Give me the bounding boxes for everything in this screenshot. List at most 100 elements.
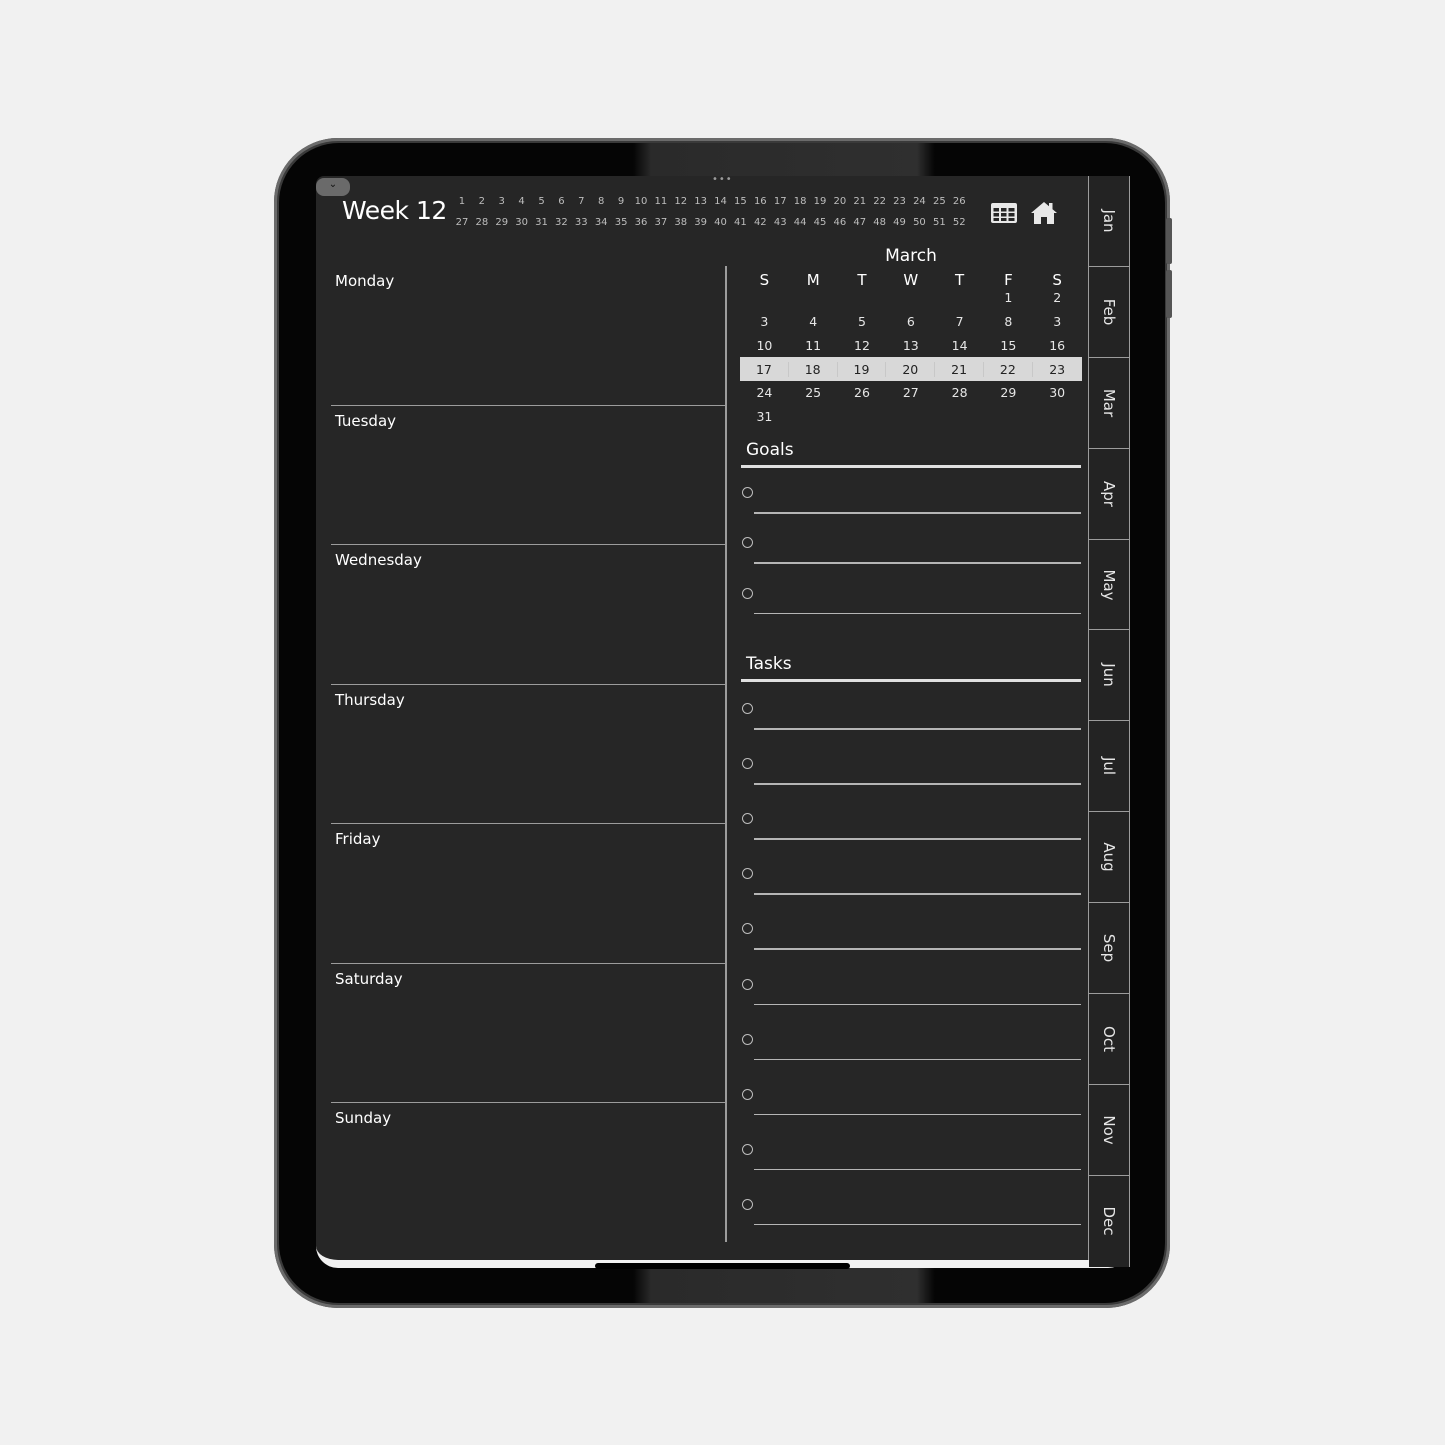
week-number-link[interactable]: 39 [691,217,711,238]
day-block-saturday[interactable]: Saturday [331,964,726,1103]
calendar-day[interactable]: 23 [1033,362,1082,377]
calendar-day[interactable]: 30 [1033,385,1082,400]
week-number-link[interactable]: 40 [711,217,731,238]
week-number-link[interactable]: 19 [810,196,830,217]
calendar-day[interactable]: 10 [740,338,789,353]
day-block-thursday[interactable]: Thursday [331,685,726,824]
week-number-link[interactable]: 26 [949,196,969,217]
week-number-link[interactable]: 3 [492,196,512,217]
calendar-day[interactable]: 12 [838,338,887,353]
task-input-line[interactable] [754,1003,1081,1005]
calendar-day[interactable]: 29 [984,385,1033,400]
week-number-link[interactable]: 30 [512,217,532,238]
goal-input-line[interactable] [754,612,1081,615]
month-tab-mar[interactable]: Mar [1089,357,1130,449]
calendar-day[interactable]: 31 [740,409,789,424]
week-number-link[interactable]: 22 [870,196,890,217]
week-number-link[interactable]: 12 [671,196,691,217]
calendar-day[interactable]: 22 [984,361,1033,377]
week-number-link[interactable]: 14 [711,196,731,217]
calendar-week-row[interactable]: 24 25 26 27 28 29 30 [740,381,1082,405]
week-number-link[interactable]: 7 [571,196,591,217]
week-number-link[interactable]: 17 [770,196,790,217]
calendar-day[interactable]: 6 [886,314,935,329]
week-number-link[interactable]: 50 [909,217,929,238]
week-number-link[interactable]: 18 [790,196,810,217]
week-number-link[interactable]: 23 [890,196,910,217]
goal-input-line[interactable] [754,512,1081,514]
month-tab-apr[interactable]: Apr [1089,448,1130,540]
week-number-link[interactable]: 42 [750,217,770,238]
week-number-link[interactable]: 9 [611,196,631,217]
month-tab-dec[interactable]: Dec [1089,1175,1130,1267]
week-number-link[interactable]: 52 [949,217,969,238]
goal-checkbox[interactable] [742,587,753,599]
week-number-link[interactable]: 6 [551,196,571,217]
week-number-link[interactable]: 31 [532,217,552,238]
task-input-line[interactable] [754,1113,1081,1116]
calendar-week-row[interactable]: 10 11 12 13 14 15 16 [740,334,1082,358]
week-number-link[interactable]: 41 [730,217,750,238]
calendar-day[interactable]: 3 [1033,314,1082,329]
calendar-day[interactable]: 11 [789,338,838,353]
task-input-line[interactable] [754,1168,1081,1171]
week-number-link[interactable]: 10 [631,196,651,217]
calendar-week-row[interactable]: 3456783 [740,310,1082,334]
task-input-line[interactable] [754,1058,1081,1061]
week-number-link[interactable]: 38 [671,217,691,238]
week-number-link[interactable]: 48 [870,217,890,238]
month-tab-jun[interactable]: Jun [1089,630,1130,722]
week-number-link[interactable]: 15 [730,196,750,217]
week-number-link[interactable]: 51 [929,217,949,238]
calendar-day[interactable]: 24 [740,385,789,400]
week-number-link[interactable]: 35 [611,217,631,238]
week-number-link[interactable]: 33 [571,217,591,238]
week-number-link[interactable]: 28 [472,217,492,238]
calendar-day[interactable]: 17 [740,361,789,377]
week-number-link[interactable]: 46 [830,217,850,238]
calendar-day[interactable]: 27 [886,385,935,400]
calendar-day[interactable]: 20 [886,361,936,377]
week-number-link[interactable]: 13 [691,196,711,217]
task-input-line[interactable] [754,1223,1081,1226]
week-number-link[interactable]: 25 [929,196,949,217]
task-input-line[interactable] [754,838,1081,840]
week-number-link[interactable]: 34 [591,217,611,238]
task-checkbox[interactable] [742,978,753,990]
week-number-link[interactable]: 29 [492,217,512,238]
week-number-link[interactable]: 24 [909,196,929,217]
task-input-line[interactable] [754,783,1081,785]
calendar-day[interactable]: 18 [789,361,838,377]
calendar-day[interactable]: 1 [984,290,1033,305]
week-number-link[interactable]: 16 [750,196,770,217]
task-input-line[interactable] [754,893,1081,895]
day-block-sunday[interactable]: Sunday [331,1103,726,1243]
goal-input-line[interactable] [754,562,1081,564]
calendar-week-row[interactable]: 31 [740,405,1082,429]
calendar-day[interactable]: 4 [789,314,838,329]
calendar-day[interactable]: 21 [935,361,984,377]
week-number-link[interactable]: 20 [830,196,850,217]
week-number-link[interactable]: 36 [631,217,651,238]
day-block-tuesday[interactable]: Tuesday [331,406,726,545]
task-checkbox[interactable] [742,703,753,714]
week-number-link[interactable]: 2 [472,196,492,217]
month-tab-jul[interactable]: Jul [1089,721,1130,813]
month-tab-jan[interactable]: Jan [1089,176,1130,267]
calendar-day[interactable]: 13 [886,338,935,353]
calendar-grid-button[interactable] [990,200,1020,228]
week-number-link[interactable]: 45 [810,217,830,238]
calendar-day[interactable]: 28 [935,385,984,400]
drag-handle-icon[interactable]: ••• [712,175,733,185]
calendar-day[interactable]: 7 [935,314,984,329]
task-checkbox[interactable] [742,1198,753,1210]
home-button[interactable] [1030,200,1060,228]
week-number-link[interactable]: 21 [850,196,870,217]
month-tab-aug[interactable]: Aug [1089,812,1130,904]
day-block-friday[interactable]: Friday [331,824,726,964]
calendar-week-row[interactable]: 12 [740,290,1082,310]
week-number-link[interactable]: 1 [452,196,472,217]
task-checkbox[interactable] [742,1088,753,1100]
month-tab-nov[interactable]: Nov [1089,1084,1130,1176]
collapse-toolbar-button[interactable]: ⌄ [316,178,350,196]
